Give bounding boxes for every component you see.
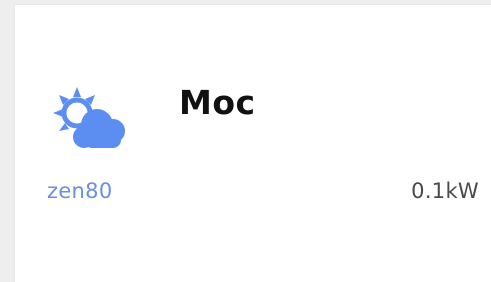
partly-cloudy-icon <box>51 85 133 155</box>
device-name-link[interactable]: zen80 <box>47 177 112 205</box>
weather-power-card[interactable]: Moc zen80 0.1kW <box>14 4 491 282</box>
card-title: Moc <box>179 83 256 122</box>
power-value: 0.1kW <box>411 179 479 203</box>
